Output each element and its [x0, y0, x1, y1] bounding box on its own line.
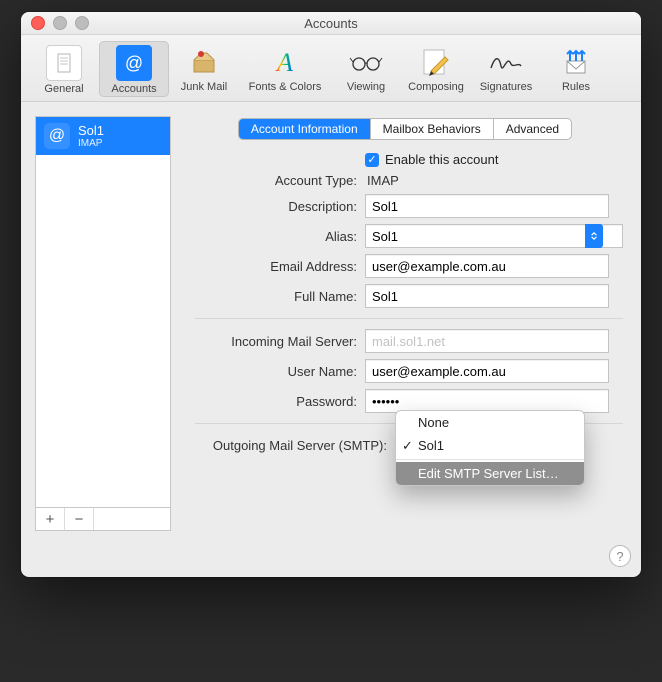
rules-icon	[559, 45, 593, 79]
help-button[interactable]: ?	[609, 545, 631, 567]
compose-icon	[419, 45, 453, 79]
incoming-server-field	[365, 329, 609, 353]
description-field[interactable]	[365, 194, 609, 218]
fonts-icon: A	[268, 45, 302, 79]
description-label: Description:	[187, 199, 365, 214]
menu-separator	[396, 459, 584, 460]
tab-group: Account Information Mailbox Behaviors Ad…	[187, 118, 623, 140]
full-name-label: Full Name:	[187, 289, 365, 304]
signature-icon	[489, 45, 523, 79]
account-detail-pane: Account Information Mailbox Behaviors Ad…	[187, 116, 623, 531]
content-area: @ Sol1 IMAP + − Account Information Mail…	[21, 102, 641, 545]
toolbar-label: Rules	[562, 81, 590, 93]
add-account-button[interactable]: +	[36, 508, 65, 530]
preferences-window: Accounts General @ Accounts Junk Mail A …	[21, 12, 641, 577]
toolbar-label: Viewing	[347, 81, 385, 93]
tab-mailbox-behaviors[interactable]: Mailbox Behaviors	[371, 119, 494, 139]
password-label: Password:	[187, 394, 365, 409]
account-type-label: Account Type:	[187, 173, 365, 188]
account-type-value: IMAP	[365, 173, 623, 188]
account-type: IMAP	[78, 138, 104, 149]
remove-account-button[interactable]: −	[65, 508, 94, 530]
toolbar-label: Fonts & Colors	[249, 81, 322, 93]
updown-icon	[590, 232, 598, 240]
toolbar-label: Junk Mail	[181, 81, 227, 93]
toolbar-viewing[interactable]: Viewing	[331, 41, 401, 97]
toolbar-label: General	[44, 83, 83, 95]
toolbar-junk-mail[interactable]: Junk Mail	[169, 41, 239, 97]
smtp-edit-server-list[interactable]: Edit SMTP Server List…	[396, 462, 584, 485]
svg-text:A: A	[275, 48, 293, 77]
tab-account-information[interactable]: Account Information	[239, 119, 371, 139]
toolbar-rules[interactable]: Rules	[541, 41, 611, 97]
full-name-field[interactable]	[365, 284, 609, 308]
titlebar: Accounts	[21, 12, 641, 35]
incoming-server-label: Incoming Mail Server:	[187, 334, 365, 349]
general-icon	[46, 45, 82, 81]
toolbar-label: Composing	[408, 81, 464, 93]
email-label: Email Address:	[187, 259, 365, 274]
smtp-label: Outgoing Mail Server (SMTP):	[187, 438, 395, 453]
alias-label: Alias:	[187, 229, 365, 244]
toolbar-composing[interactable]: Composing	[401, 41, 471, 97]
accounts-sidebar: @ Sol1 IMAP + −	[35, 116, 171, 531]
email-field[interactable]	[365, 254, 609, 278]
toolbar-fonts-colors[interactable]: A Fonts & Colors	[239, 41, 331, 97]
account-row-sol1[interactable]: @ Sol1 IMAP	[36, 117, 170, 155]
toolbar-accounts[interactable]: @ Accounts	[99, 41, 169, 97]
spacer	[94, 508, 170, 530]
junk-icon	[187, 45, 221, 79]
toolbar-general[interactable]: General	[29, 41, 99, 97]
alias-dropdown-button[interactable]	[585, 224, 603, 248]
smtp-popup-menu: None Sol1 Edit SMTP Server List…	[395, 410, 585, 486]
smtp-option-sol1[interactable]: Sol1	[396, 434, 584, 457]
toolbar-label: Accounts	[111, 83, 156, 95]
checkmark-icon: ✓	[365, 153, 379, 167]
enable-account-checkbox[interactable]: ✓ Enable this account	[365, 152, 623, 167]
preferences-toolbar: General @ Accounts Junk Mail A Fonts & C…	[21, 35, 641, 102]
account-name: Sol1	[78, 124, 104, 138]
smtp-option-none[interactable]: None	[396, 411, 584, 434]
enable-label: Enable this account	[385, 152, 498, 167]
at-sign-icon: @	[116, 45, 152, 81]
user-name-label: User Name:	[187, 364, 365, 379]
window-title: Accounts	[21, 16, 641, 31]
toolbar-label: Signatures	[480, 81, 533, 93]
tab-advanced[interactable]: Advanced	[494, 119, 571, 139]
toolbar-signatures[interactable]: Signatures	[471, 41, 541, 97]
at-sign-icon: @	[44, 123, 70, 149]
add-remove-bar: + −	[35, 508, 171, 531]
separator	[195, 318, 623, 319]
user-name-field[interactable]	[365, 359, 609, 383]
accounts-list[interactable]: @ Sol1 IMAP	[35, 116, 171, 508]
glasses-icon	[349, 45, 383, 79]
